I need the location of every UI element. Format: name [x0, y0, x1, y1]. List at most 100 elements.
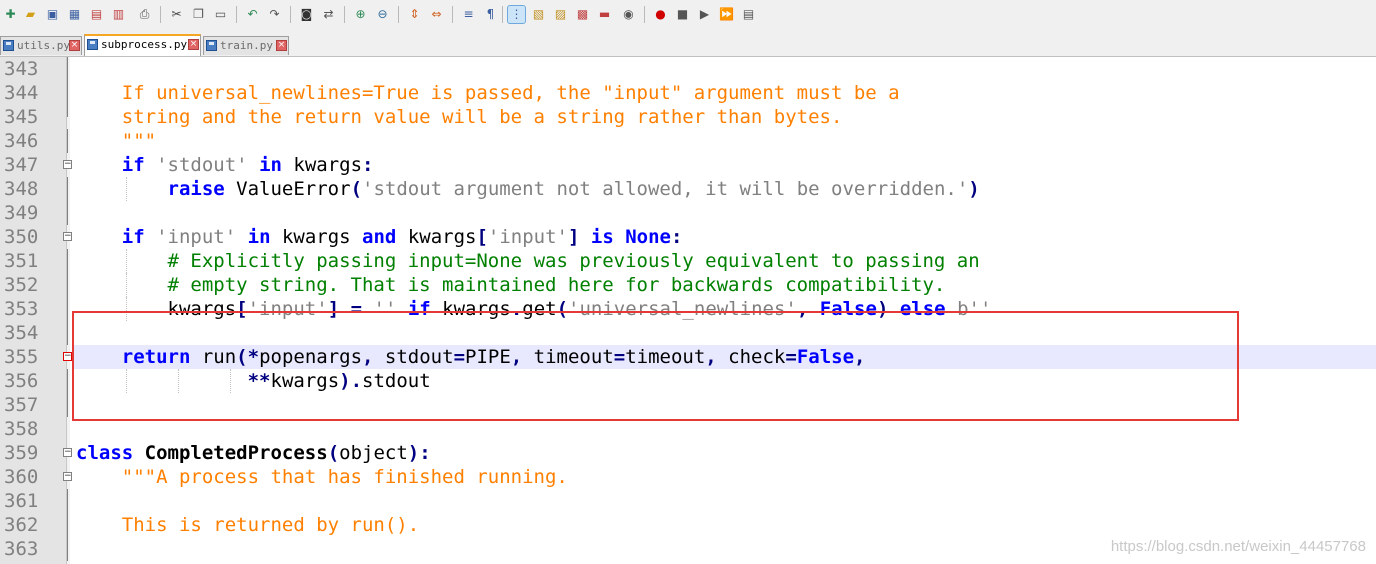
tab-train-py[interactable]: train.py ×: [203, 36, 289, 55]
code-line[interactable]: 360 − """A process that has finished runn…: [0, 465, 1376, 489]
fold-tree-line: [67, 105, 68, 117]
code-line[interactable]: 353 kwargs['input'] = '' if kwargs.get('…: [0, 297, 1376, 321]
tab-bar: utils.py × subprocess.py × train.py ×: [0, 33, 1376, 57]
toolbar-separator: [398, 6, 399, 23]
zoom-out-icon[interactable]: ⊖: [374, 6, 391, 23]
code-line[interactable]: 354: [0, 321, 1376, 345]
code-line[interactable]: 352 # empty string. That is maintained h…: [0, 273, 1376, 297]
close-tab-icon[interactable]: ×: [69, 40, 80, 51]
find-icon[interactable]: ◙: [298, 6, 315, 23]
fold-tree-line: [67, 297, 68, 321]
playback-icon[interactable]: ▶: [696, 6, 713, 23]
code-text: if 'stdout' in kwargs:: [121, 154, 374, 176]
code-line[interactable]: 362 This is returned by run().: [0, 513, 1376, 537]
close-icon[interactable]: ▤: [88, 6, 105, 23]
fold-toggle-icon[interactable]: −: [63, 232, 72, 241]
line-number: 353: [4, 298, 39, 320]
code-text: """: [76, 130, 157, 152]
close-tab-icon[interactable]: ×: [276, 40, 287, 51]
fold-tree-line: [67, 321, 68, 345]
new-file-icon[interactable]: ✚: [2, 6, 19, 23]
line-number: 343: [4, 58, 39, 80]
tab-utils-py[interactable]: utils.py ×: [0, 36, 82, 55]
eye-icon[interactable]: ◉: [620, 6, 637, 23]
code-line[interactable]: 346 """: [0, 129, 1376, 153]
save-icon[interactable]: ▣: [44, 6, 61, 23]
code-line[interactable]: 359 − class CompletedProcess(object):: [0, 441, 1376, 465]
fold-tree-line: [67, 273, 68, 297]
toolbar-separator: [644, 6, 645, 23]
save-all-icon[interactable]: ▦: [66, 6, 83, 23]
code-line[interactable]: 358: [0, 417, 1376, 441]
code-line-current[interactable]: 355 − return run(*popenargs, stdout=PIPE,…: [0, 345, 1376, 369]
paste-icon[interactable]: ▭: [212, 6, 229, 23]
zoom-in-icon[interactable]: ⊕: [352, 6, 369, 23]
line-number: 351: [4, 250, 39, 272]
cut-icon[interactable]: ✂: [168, 6, 185, 23]
indent-guide-icon[interactable]: ⋮: [507, 5, 526, 24]
tab-subprocess-py[interactable]: subprocess.py ×: [84, 34, 201, 56]
function-list-icon[interactable]: ▨: [552, 6, 569, 23]
folder-workspace-icon[interactable]: ▩: [574, 6, 591, 23]
line-number: 348: [4, 178, 39, 200]
fold-toggle-icon[interactable]: −: [63, 448, 72, 457]
undo-icon[interactable]: ↶: [244, 6, 261, 23]
line-number: 359: [4, 442, 39, 464]
fold-tree-line: [67, 81, 68, 105]
code-text: return run(*popenargs, stdout=PIPE, time…: [121, 346, 866, 368]
monitoring-icon[interactable]: ▬: [596, 6, 613, 23]
sync-vertical-icon[interactable]: ⇕: [406, 6, 423, 23]
code-line[interactable]: 357: [0, 393, 1376, 417]
fold-tree-line: [67, 393, 68, 417]
start-recording-icon[interactable]: ●: [652, 6, 669, 23]
open-file-icon[interactable]: ▰: [22, 6, 39, 23]
code-line[interactable]: 344 If universal_newlines=True is passed…: [0, 81, 1376, 105]
save-macro-icon[interactable]: ▤: [740, 6, 757, 23]
code-line[interactable]: 356 **kwargs).stdout: [0, 369, 1376, 393]
fold-tree-line: [67, 249, 68, 273]
close-tab-icon[interactable]: ×: [188, 39, 199, 50]
show-all-chars-icon[interactable]: ¶: [482, 6, 499, 23]
code-text: If universal_newlines=True is passed, th…: [76, 82, 900, 104]
sync-horizontal-icon[interactable]: ⇔: [428, 6, 445, 23]
stop-recording-icon[interactable]: ■: [674, 6, 691, 23]
fold-toggle-icon[interactable]: −: [63, 472, 72, 481]
close-all-icon[interactable]: ▥: [110, 6, 127, 23]
tab-label: utils.py: [17, 39, 70, 52]
code-line[interactable]: 350 − if 'input' in kwargs and kwargs['in…: [0, 225, 1376, 249]
code-line[interactable]: 361: [0, 489, 1376, 513]
code-text: # empty string. That is maintained here …: [167, 274, 946, 296]
fold-tree-line: [67, 201, 68, 225]
line-number: 360: [4, 466, 39, 488]
fold-toggle-icon[interactable]: −: [63, 160, 72, 169]
copy-icon[interactable]: ❐: [190, 6, 207, 23]
word-wrap-icon[interactable]: ≡: [460, 6, 477, 23]
code-line[interactable]: 345 string and the return value will be …: [0, 105, 1376, 129]
document-map-icon[interactable]: ▧: [530, 6, 547, 23]
redo-icon[interactable]: ↷: [266, 6, 283, 23]
code-text: """A process that has finished running.: [76, 466, 568, 488]
code-line[interactable]: 347 − if 'stdout' in kwargs:: [0, 153, 1376, 177]
fold-tree-line: [67, 489, 68, 513]
fold-toggle-icon[interactable]: −: [63, 352, 72, 361]
print-icon[interactable]: ⎙: [136, 6, 153, 23]
code-text: This is returned by run().: [76, 514, 420, 536]
run-macro-multiple-icon[interactable]: ⏩: [718, 6, 735, 23]
code-line[interactable]: 351 # Explicitly passing input=None was …: [0, 249, 1376, 273]
code-text: kwargs['input'] = '' if kwargs.get('univ…: [76, 298, 992, 320]
line-number: 363: [4, 538, 39, 560]
code-line[interactable]: 343: [0, 57, 1376, 81]
code-text: raise ValueError('stdout argument not al…: [167, 178, 980, 200]
toolbar-separator: [160, 6, 161, 23]
line-number: 362: [4, 514, 39, 536]
toolbar-separator: [344, 6, 345, 23]
line-number: 355: [4, 346, 39, 368]
code-text: # Explicitly passing input=None was prev…: [167, 250, 980, 272]
code-line[interactable]: 348 raise ValueError('stdout argument no…: [0, 177, 1376, 201]
tab-label: train.py: [220, 39, 273, 52]
file-saved-icon: [206, 40, 217, 51]
line-number: 345: [4, 106, 39, 128]
replace-icon[interactable]: ⇄: [320, 6, 337, 23]
code-text: string and the return value will be a st…: [76, 106, 843, 128]
code-line[interactable]: 349: [0, 201, 1376, 225]
